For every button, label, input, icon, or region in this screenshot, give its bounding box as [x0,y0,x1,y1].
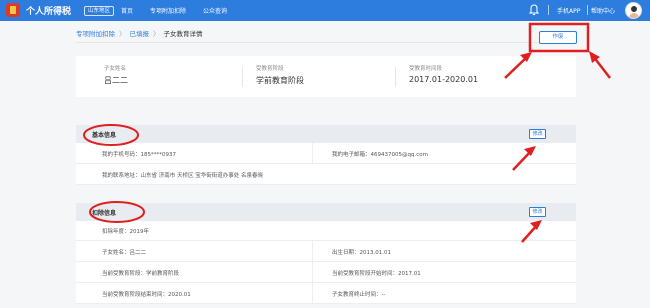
edit-basic-info-button[interactable]: 修改 [529,129,546,139]
section-title: 扣除信息 [92,210,117,217]
deduction-info-section: 扣除信息 修改 扣除年度：2019年 子女姓名：吕二二 出生日期：2013.01… [76,203,576,304]
divider [312,283,313,304]
help-center-link[interactable]: 帮助中心 [591,6,615,15]
section-header: 基本信息 修改 [76,125,576,143]
phone-value: 我的手机号码：185****0937 [102,152,176,158]
divider [395,67,396,87]
breadcrumb-separator: 〉 [119,30,126,38]
breadcrumb-filed[interactable]: 已填报 [130,30,150,38]
nav-home[interactable]: 首页 [121,6,133,15]
breadcrumb: 专项附加扣除〉已填报〉子女教育详情 [76,28,203,38]
summary-card: 子女姓名 吕二二 受教育阶段 学前教育阶段 受教育时间段 2017.01-202… [76,56,576,97]
stage-start-value: 当前受教育阶段开始时间：2017.01 [332,271,421,277]
user-avatar[interactable] [625,2,642,19]
table-row: 我的手机号码：185****0937 我的电子邮箱：469437005@qq.c… [76,143,576,164]
email-value: 我的电子邮箱：469437005@qq.com [332,152,428,158]
education-stop-value: 子女教育终止时间：-- [332,292,386,298]
table-row: 扣除年度：2019年 [76,221,576,241]
table-row: 子女姓名：吕二二 出生日期：2013.01.01 [76,241,576,262]
summary-value: 学前教育阶段 [256,76,304,85]
top-bar: 个人所得税 山东地区 首页 专项附加扣除 公众查询 手机APP 帮助中心 [0,0,650,21]
table-row: 我的联系地址：山东省 济南市 天桥区 宝华街街道办事处 名泉春晓 [76,164,576,185]
mobile-app-link[interactable]: 手机APP [557,6,580,15]
address-value: 我的联系地址：山东省 济南市 天桥区 宝华街街道办事处 名泉春晓 [102,173,263,179]
divider [587,5,588,15]
arrow-icon [589,51,611,79]
region-badge[interactable]: 山东地区 [84,6,115,16]
summary-education-stage: 受教育阶段 学前教育阶段 [256,64,304,86]
section-header: 扣除信息 修改 [76,203,576,221]
current-stage-value: 当前受教育阶段：学前教育阶段 [102,271,180,277]
void-button[interactable]: 作废 [539,31,577,44]
deduction-year: 扣除年度：2019年 [102,229,149,235]
nav-special-deduction[interactable]: 专项附加扣除 [150,6,186,15]
basic-info-section: 基本信息 修改 我的手机号码：185****0937 我的电子邮箱：469437… [76,125,576,185]
divider [312,241,313,262]
app-title: 个人所得税 [26,7,72,17]
edit-deduction-info-button[interactable]: 修改 [529,207,546,217]
table-row: 当前受教育阶段：学前教育阶段 当前受教育阶段开始时间：2017.01 [76,262,576,283]
summary-label: 子女姓名 [104,66,127,72]
birth-date-value: 出生日期：2013.01.01 [332,250,391,256]
summary-label: 受教育阶段 [256,66,284,72]
divider [312,143,313,164]
divider [312,262,313,283]
summary-education-period: 受教育时间段 2017.01-2020.01 [409,64,478,84]
breadcrumb-root[interactable]: 专项附加扣除 [76,30,115,38]
breadcrumb-current: 子女教育详情 [163,30,203,38]
summary-value: 2017.01-2020.01 [409,75,479,84]
divider [548,5,549,15]
summary-child-name: 子女姓名 吕二二 [104,64,128,86]
divider [242,67,243,87]
bell-icon[interactable] [529,4,539,16]
child-name-value: 子女姓名：吕二二 [102,250,147,256]
nav-public-query[interactable]: 公众查询 [203,6,227,15]
tax-emblem-icon [6,3,20,17]
summary-value: 吕二二 [104,76,128,85]
summary-label: 受教育时间段 [409,66,443,72]
divider [76,42,576,43]
table-row: 当前受教育阶段结束时间：2020.01 子女教育终止时间：-- [76,283,576,304]
stage-end-value: 当前受教育阶段结束时间：2020.01 [102,292,191,298]
breadcrumb-separator: 〉 [153,30,160,38]
section-title: 基本信息 [92,132,117,139]
